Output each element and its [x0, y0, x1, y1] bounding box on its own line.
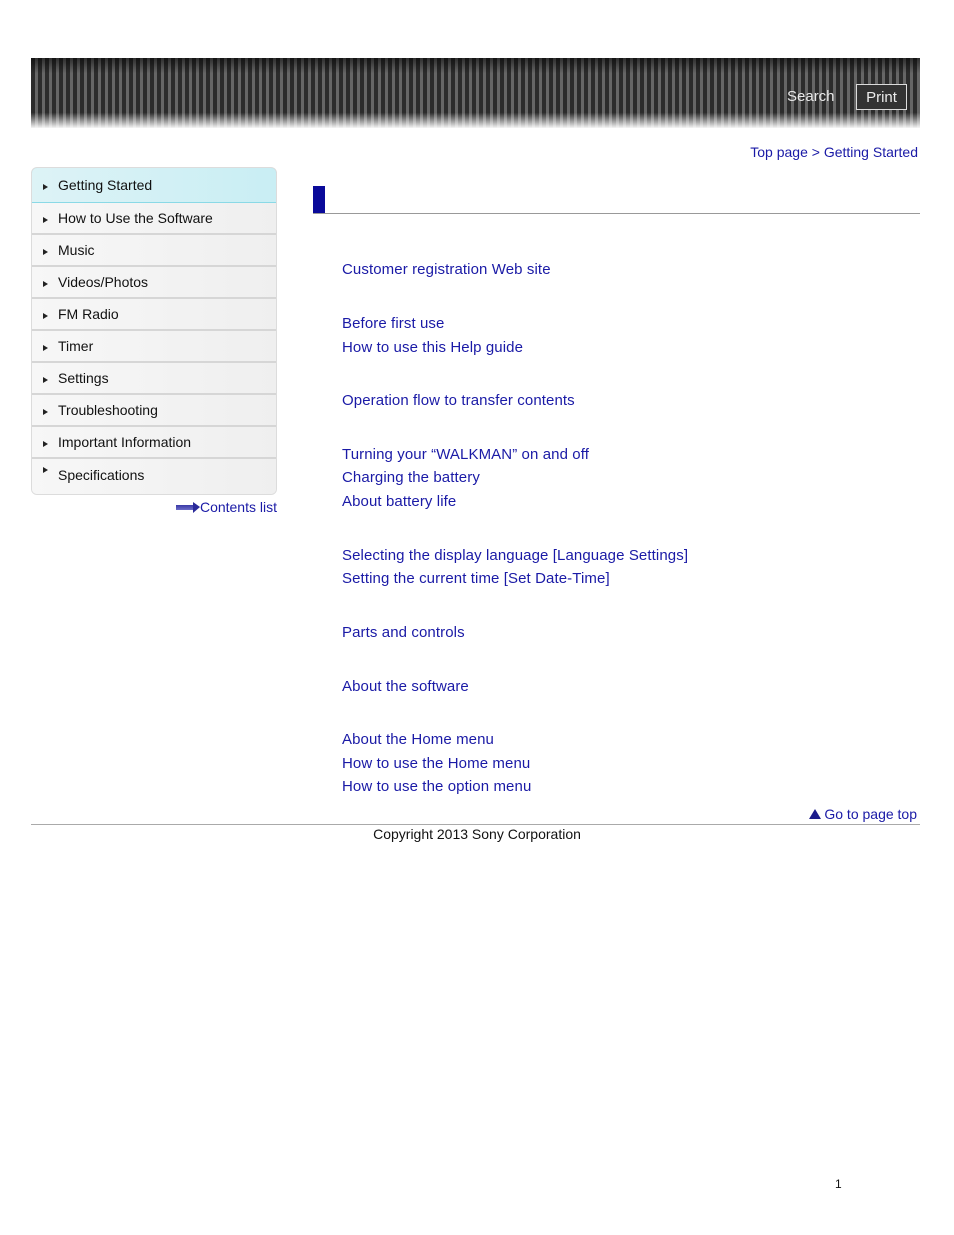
link-operation-flow[interactable]: Operation flow to transfer contents — [342, 392, 575, 409]
sidebar-item-label: Videos/Photos — [58, 274, 149, 290]
breadcrumb-separator: > — [811, 144, 820, 160]
sidebar-item-label: Settings — [58, 370, 109, 386]
arrow-right-icon — [43, 312, 48, 319]
sidebar-nav: Getting Started How to Use the Software … — [31, 167, 277, 495]
link-battery-life[interactable]: About battery life — [342, 493, 456, 510]
search-link[interactable]: Search — [787, 88, 835, 105]
arrow-right-icon — [43, 376, 48, 383]
sidebar-item-settings[interactable]: Settings — [32, 363, 276, 395]
sidebar-item-label: Specifications — [58, 467, 145, 483]
link-how-to-use-home-menu[interactable]: How to use the Home menu — [342, 755, 530, 772]
contents-list-link[interactable]: Contents list — [175, 499, 277, 515]
sidebar-item-timer[interactable]: Timer — [32, 331, 276, 363]
link-set-date-time[interactable]: Setting the current time [Set Date-Time] — [342, 570, 610, 587]
link-about-home-menu[interactable]: About the Home menu — [342, 731, 494, 748]
breadcrumb-top-page[interactable]: Top page — [750, 144, 808, 160]
sidebar-item-music[interactable]: Music — [32, 235, 276, 267]
page-number: 1 — [835, 1177, 842, 1191]
link-how-to-use-option-menu[interactable]: How to use the option menu — [342, 778, 531, 795]
link-customer-registration[interactable]: Customer registration Web site — [342, 261, 551, 278]
link-display-language[interactable]: Selecting the display language [Language… — [342, 547, 688, 564]
sidebar-item-troubleshooting[interactable]: Troubleshooting — [32, 395, 276, 427]
sidebar-item-label: FM Radio — [58, 306, 119, 322]
copyright-text: Copyright 2013 Sony Corporation — [373, 826, 581, 842]
link-charging-battery[interactable]: Charging the battery — [342, 469, 480, 486]
print-button[interactable]: Print — [856, 84, 907, 110]
go-to-page-top-label: Go to page top — [824, 806, 917, 822]
sidebar-item-label: Music — [58, 242, 95, 258]
sidebar-item-label: Timer — [58, 338, 94, 354]
sidebar-item-fm-radio[interactable]: FM Radio — [32, 299, 276, 331]
section-title-marker — [313, 186, 325, 214]
arrow-right-icon — [43, 440, 48, 447]
sidebar-item-how-to-use-software[interactable]: How to Use the Software — [32, 203, 276, 235]
link-before-first-use[interactable]: Before first use — [342, 315, 444, 332]
link-about-software[interactable]: About the software — [342, 678, 469, 695]
arrow-right-icon — [43, 248, 48, 255]
arrow-right-icon — [175, 501, 200, 513]
arrow-right-icon — [43, 183, 48, 190]
sidebar-item-label: Troubleshooting — [58, 402, 158, 418]
sidebar: Getting Started How to Use the Software … — [31, 167, 277, 515]
triangle-up-icon — [809, 809, 822, 819]
sidebar-item-videos-photos[interactable]: Videos/Photos — [32, 267, 276, 299]
arrow-right-icon — [43, 344, 48, 351]
go-to-page-top-link[interactable]: Go to page top — [809, 806, 917, 822]
sidebar-item-label: Important Information — [58, 434, 192, 450]
footer-divider — [31, 824, 920, 825]
section-title-divider — [313, 213, 920, 214]
sidebar-item-label: Getting Started — [58, 177, 153, 193]
sidebar-item-specifications[interactable]: Specifications — [32, 459, 276, 494]
breadcrumb: Top page > Getting Started — [750, 144, 918, 160]
link-how-to-use-help-guide[interactable]: How to use this Help guide — [342, 339, 523, 356]
arrow-right-icon — [43, 216, 48, 223]
arrow-right-icon — [43, 408, 48, 415]
sidebar-item-getting-started[interactable]: Getting Started — [32, 168, 276, 203]
arrow-right-icon — [43, 467, 48, 473]
link-parts-and-controls[interactable]: Parts and controls — [342, 624, 465, 641]
sidebar-item-important-information[interactable]: Important Information — [32, 427, 276, 459]
link-turning-on-off[interactable]: Turning your “WALKMAN” on and off — [342, 446, 589, 463]
arrow-right-icon — [43, 280, 48, 287]
breadcrumb-getting-started[interactable]: Getting Started — [824, 144, 918, 160]
sidebar-item-label: How to Use the Software — [58, 210, 213, 226]
contents-list-label: Contents list — [199, 499, 277, 515]
